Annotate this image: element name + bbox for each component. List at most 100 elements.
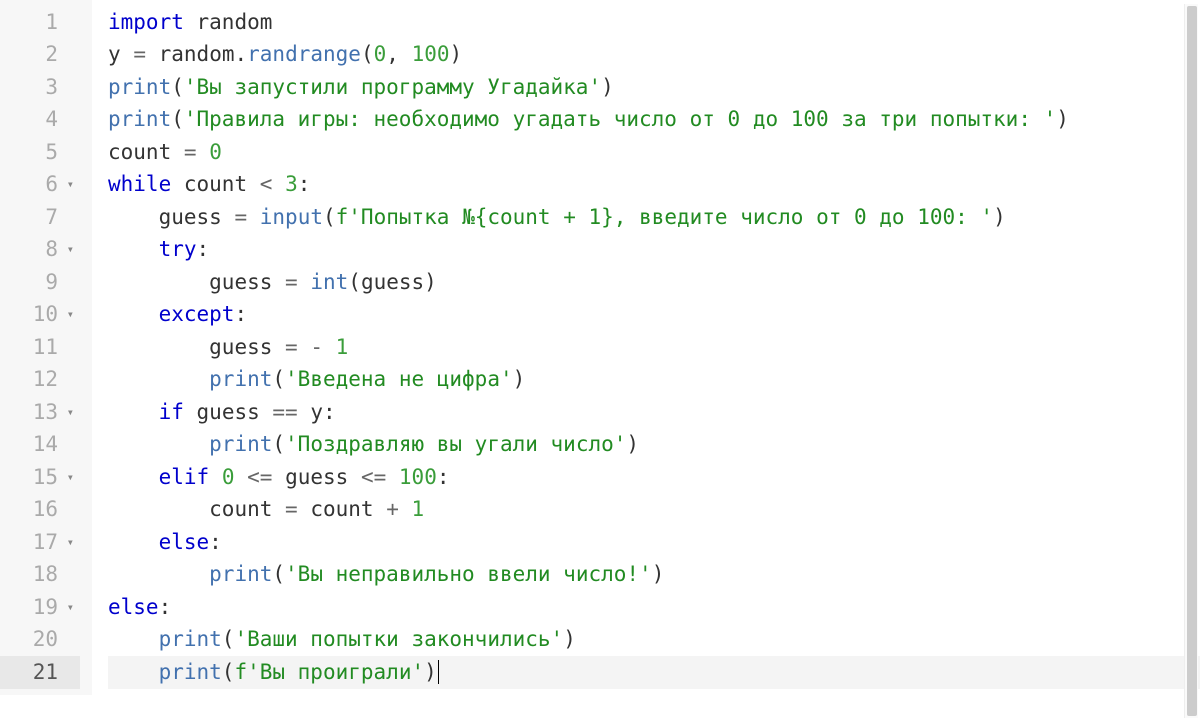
code-line[interactable]: count = count + 1 <box>108 494 1200 527</box>
line-number: 6▾ <box>0 169 80 202</box>
code-line[interactable]: print('Вы запустили программу Угадайка') <box>108 71 1200 104</box>
token-op: = <box>234 201 247 234</box>
whitespace <box>234 461 247 494</box>
token-id: guess <box>209 266 272 299</box>
line-number-text: 5 <box>45 136 58 169</box>
whitespace <box>272 493 285 526</box>
token-id: count <box>108 136 171 169</box>
line-number-text: 13 <box>33 396 58 429</box>
code-line[interactable]: elif 0 <= guess <= 100: <box>108 461 1200 494</box>
code-line[interactable]: y = random.randrange(0, 100) <box>108 39 1200 72</box>
line-number-text: 11 <box>33 331 58 364</box>
whitespace <box>108 363 209 396</box>
token-op: - <box>310 331 323 364</box>
fold-toggle-icon[interactable]: ▾ <box>64 175 74 194</box>
line-number: 20 <box>0 624 80 657</box>
code-line[interactable]: print('Вы неправильно ввели число!') <box>108 559 1200 592</box>
code-line[interactable]: print('Ваши попытки закончились') <box>108 624 1200 657</box>
code-line[interactable]: guess = - 1 <box>108 331 1200 364</box>
whitespace <box>108 526 159 559</box>
token-id: count <box>209 493 272 526</box>
whitespace <box>108 623 159 656</box>
token-fn: print <box>159 656 222 689</box>
code-line[interactable]: print('Поздравляю вы угали число') <box>108 429 1200 462</box>
whitespace <box>272 168 285 201</box>
code-line[interactable]: if guess == y: <box>108 396 1200 429</box>
token-punc: ) <box>601 71 614 104</box>
token-punc: ) <box>450 38 463 71</box>
whitespace <box>108 558 209 591</box>
code-editor[interactable]: 123456▾78▾910▾111213▾1415▾1617▾1819▾2021… <box>0 0 1200 695</box>
token-punc: : <box>234 298 247 331</box>
fold-toggle-icon[interactable]: ▾ <box>64 468 74 487</box>
token-kw: elif <box>159 461 210 494</box>
code-line[interactable]: print(f'Вы проиграли') <box>108 656 1200 689</box>
whitespace <box>108 331 209 364</box>
token-punc: ( <box>272 363 285 396</box>
token-punc: ( <box>323 201 336 234</box>
token-op: == <box>272 396 297 429</box>
scrollbar-thumb[interactable] <box>1187 6 1197 716</box>
token-fn: input <box>260 201 323 234</box>
line-number-text: 4 <box>45 103 58 136</box>
whitespace <box>108 396 159 429</box>
token-kw: if <box>159 396 184 429</box>
whitespace <box>146 38 159 71</box>
code-area[interactable]: import randomy = random.randrange(0, 100… <box>92 0 1200 695</box>
token-num: 0 <box>374 38 387 71</box>
whitespace <box>171 168 184 201</box>
code-line[interactable]: guess = int(guess) <box>108 266 1200 299</box>
token-num: 100 <box>399 461 437 494</box>
token-punc: ) <box>993 201 1006 234</box>
fold-toggle-icon[interactable]: ▾ <box>64 533 74 552</box>
whitespace <box>197 136 210 169</box>
whitespace <box>108 298 159 331</box>
token-punc: ) <box>563 623 576 656</box>
token-id: y <box>310 396 323 429</box>
code-line[interactable]: else: <box>108 591 1200 624</box>
whitespace <box>247 168 260 201</box>
whitespace <box>108 656 159 689</box>
token-id: guess <box>197 396 260 429</box>
token-num: 0 <box>209 136 222 169</box>
token-punc: : <box>298 168 311 201</box>
whitespace <box>323 331 336 364</box>
code-line[interactable]: print('Введена не цифра') <box>108 364 1200 397</box>
fold-toggle-icon[interactable]: ▾ <box>64 240 74 259</box>
token-str: 'Ваши попытки закончились' <box>234 623 563 656</box>
fold-toggle-icon[interactable]: ▾ <box>64 305 74 324</box>
line-number: 2 <box>0 39 80 72</box>
code-line[interactable]: print('Правила игры: необходимо угадать … <box>108 104 1200 137</box>
line-number: 19 ▾ <box>0 591 80 624</box>
code-line[interactable]: count = 0 <box>108 136 1200 169</box>
line-number-text: 8 <box>45 233 58 266</box>
whitespace <box>108 461 159 494</box>
token-punc: : <box>197 233 210 266</box>
line-number-text: 19 <box>33 591 58 624</box>
token-str: 'Вы неправильно ввели число!' <box>285 558 652 591</box>
whitespace <box>272 461 285 494</box>
whitespace <box>171 136 184 169</box>
token-punc: ( <box>171 71 184 104</box>
token-punc: ( <box>222 656 235 689</box>
code-line[interactable]: import random <box>108 6 1200 39</box>
line-number: 21 <box>0 656 80 689</box>
token-punc: : <box>437 461 450 494</box>
token-fn: print <box>209 363 272 396</box>
code-line[interactable]: guess = input(f'Попытка №{count + 1}, вв… <box>108 201 1200 234</box>
vertical-scrollbar[interactable] <box>1184 4 1198 718</box>
whitespace <box>260 396 273 429</box>
line-number: 17 ▾ <box>0 526 80 559</box>
whitespace <box>298 266 311 299</box>
token-op: + <box>386 493 399 526</box>
line-number-text: 6 <box>45 168 58 201</box>
fold-toggle-icon[interactable]: ▾ <box>64 598 74 617</box>
code-line[interactable]: try: <box>108 234 1200 267</box>
line-number-text: 17 <box>33 526 58 559</box>
code-line[interactable]: while count < 3: <box>108 169 1200 202</box>
fold-toggle-icon[interactable]: ▾ <box>64 403 74 422</box>
code-line[interactable]: except: <box>108 299 1200 332</box>
code-line[interactable]: else: <box>108 526 1200 559</box>
line-number: 13 ▾ <box>0 396 80 429</box>
whitespace <box>298 493 311 526</box>
